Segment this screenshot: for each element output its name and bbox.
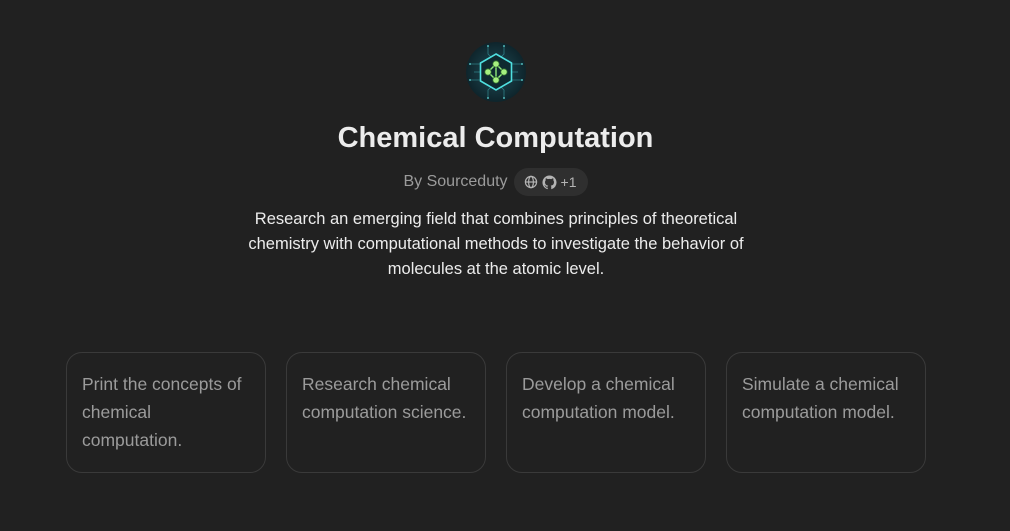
globe-icon — [524, 175, 538, 189]
gpt-title: Chemical Computation — [337, 122, 654, 154]
gpt-byline: By Sourceduty +1 — [0, 168, 991, 196]
extra-links-count: +1 — [560, 174, 577, 190]
starter-prompt-card[interactable]: Research chemical computation science. — [286, 352, 486, 473]
starter-prompt-card[interactable]: Print the concepts of chemical computati… — [66, 352, 266, 473]
gpt-avatar — [466, 42, 526, 102]
conversation-starters: Print the concepts of chemical computati… — [66, 352, 926, 473]
gpt-landing: Chemical Computation By Sourceduty +1 Re… — [0, 0, 1010, 531]
author-label: By Sourceduty — [403, 173, 508, 190]
github-icon — [542, 174, 557, 190]
starter-prompt-card[interactable]: Develop a chemical computation model. — [506, 352, 706, 473]
starter-prompt-card[interactable]: Simulate a chemical computation model. — [726, 352, 926, 473]
author-links-badge[interactable]: +1 — [513, 168, 588, 196]
molecule-circuit-icon — [466, 42, 526, 102]
gpt-description: Research an emerging field that combines… — [248, 210, 744, 278]
